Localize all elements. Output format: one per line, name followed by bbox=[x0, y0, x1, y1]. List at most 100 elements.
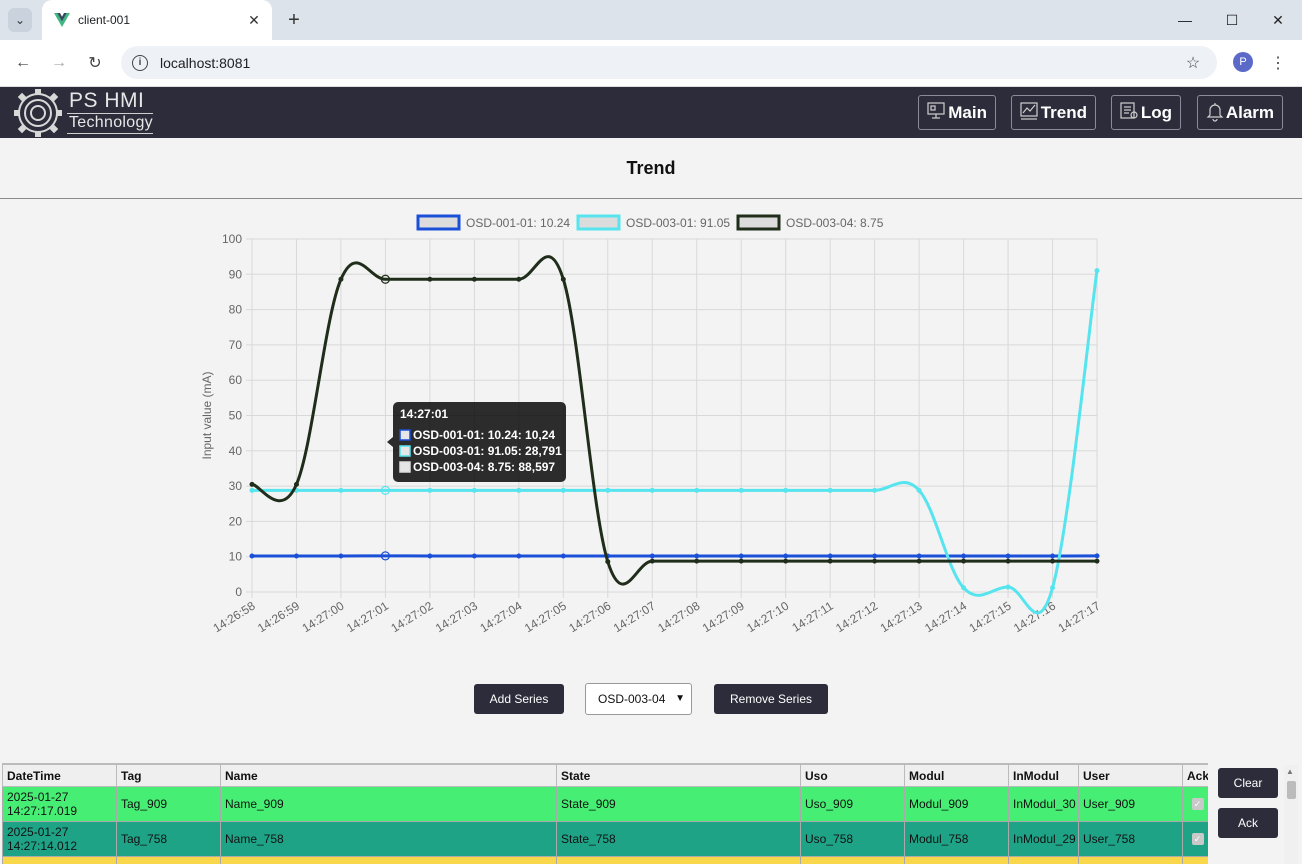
x-tick-label: 14:27:10 bbox=[744, 599, 791, 636]
x-tick-label: 14:27:15 bbox=[967, 599, 1014, 636]
browser-menu-icon[interactable]: ⋮ bbox=[1270, 50, 1286, 76]
cell-datetime: 2025-01-27 14:27:17.019 bbox=[2, 786, 117, 822]
y-axis-label: Input value (mA) bbox=[200, 371, 214, 459]
ack-button[interactable]: Ack bbox=[1218, 808, 1278, 838]
cell-modul bbox=[904, 856, 1009, 864]
nav-alarm-button[interactable]: Alarm bbox=[1197, 95, 1283, 130]
data-point bbox=[649, 487, 655, 493]
cell-user: User_909 bbox=[1078, 786, 1183, 822]
data-point bbox=[1005, 553, 1011, 559]
nav-log-label: Log bbox=[1140, 102, 1172, 122]
data-point bbox=[694, 558, 700, 564]
data-point bbox=[1005, 558, 1011, 564]
x-tick-label: 14:27:09 bbox=[700, 599, 747, 636]
col-state[interactable]: State bbox=[556, 764, 801, 787]
close-window-icon[interactable]: ✕ bbox=[1266, 8, 1290, 32]
x-tick-label: 14:27:01 bbox=[344, 599, 391, 636]
cell-date: 2025-01-27 bbox=[7, 825, 69, 839]
browser-tab[interactable]: client-001 ✕ bbox=[42, 0, 272, 40]
close-tab-icon[interactable]: ✕ bbox=[242, 8, 266, 32]
col-name[interactable]: Name bbox=[220, 764, 557, 787]
cell-inmodul: InModul_30 bbox=[1008, 786, 1079, 822]
col-inmodul[interactable]: InModul bbox=[1008, 764, 1079, 787]
cell-datetime: 2025-01-27 bbox=[2, 856, 117, 864]
maximize-icon[interactable]: ☐ bbox=[1220, 8, 1244, 32]
table-row[interactable]: 2025-01-27 14:27:14.012 Tag_758 Name_758 … bbox=[2, 821, 1208, 857]
legend-label: OSD-003-01: 91.05 bbox=[626, 216, 730, 230]
site-info-icon[interactable]: i bbox=[132, 54, 148, 71]
data-point bbox=[516, 553, 522, 559]
gear-logo-icon bbox=[14, 89, 62, 137]
url-text[interactable]: localhost:8081 bbox=[160, 55, 1181, 71]
data-point bbox=[1050, 558, 1056, 564]
y-tick-label: 30 bbox=[229, 479, 243, 493]
col-tag[interactable]: Tag bbox=[116, 764, 221, 787]
y-tick-label: 20 bbox=[229, 514, 243, 528]
monitor-icon bbox=[927, 102, 945, 119]
x-tick-label: 14:27:04 bbox=[477, 599, 524, 636]
cell-time: 14:27:14.012 bbox=[7, 839, 78, 853]
data-point bbox=[916, 487, 922, 493]
address-bar[interactable]: i localhost:8081 ☆ bbox=[121, 46, 1217, 79]
y-tick-label: 70 bbox=[229, 338, 243, 352]
data-point bbox=[1094, 558, 1100, 564]
nav-alarm-label: Alarm bbox=[1225, 102, 1274, 122]
nav-main-button[interactable]: Main bbox=[918, 95, 996, 130]
data-point bbox=[827, 487, 833, 493]
nav-log-button[interactable]: Log bbox=[1111, 95, 1181, 130]
table-row[interactable]: 2025-01-27 14:27:17.019 Tag_909 Name_909 … bbox=[2, 786, 1208, 822]
col-ack[interactable]: Ack bbox=[1182, 764, 1208, 787]
data-point bbox=[649, 553, 655, 559]
tooltip-line: OSD-003-04: 8.75: 88,597 bbox=[413, 460, 555, 474]
ack-checkbox[interactable]: ✓ bbox=[1191, 798, 1204, 810]
tooltip-swatch bbox=[399, 461, 411, 473]
nav-trend-button[interactable]: Trend bbox=[1011, 95, 1096, 130]
x-tick-label: 14:27:03 bbox=[433, 599, 480, 636]
x-tick-label: 14:27:14 bbox=[922, 599, 969, 636]
x-tick-label: 14:27:11 bbox=[789, 599, 836, 635]
clear-button[interactable]: Clear bbox=[1218, 768, 1278, 798]
cell-tag bbox=[116, 856, 221, 864]
col-user[interactable]: User bbox=[1078, 764, 1183, 787]
x-tick-label: 14:26:59 bbox=[255, 599, 302, 636]
new-tab-button[interactable]: + bbox=[282, 8, 306, 32]
cell-modul: Modul_758 bbox=[904, 821, 1009, 857]
scroll-up-icon[interactable]: ▲ bbox=[1286, 767, 1294, 776]
col-uso[interactable]: Uso bbox=[800, 764, 905, 787]
data-point bbox=[1050, 553, 1056, 559]
y-tick-label: 40 bbox=[229, 444, 243, 458]
trend-chart-svg[interactable]: 010203040506070809010014:26:5814:26:5914… bbox=[0, 199, 1302, 639]
forward-icon[interactable]: → bbox=[46, 50, 72, 76]
reload-icon[interactable]: ↻ bbox=[82, 50, 108, 76]
browser-tab-bar: ⌄ client-001 ✕ + — ☐ ✕ bbox=[0, 0, 1302, 40]
bell-icon bbox=[1206, 103, 1224, 122]
data-point bbox=[560, 553, 566, 559]
data-point bbox=[471, 487, 477, 493]
cell-ack bbox=[1182, 856, 1208, 864]
col-modul[interactable]: Modul bbox=[904, 764, 1009, 787]
back-icon[interactable]: ← bbox=[10, 50, 36, 76]
col-datetime[interactable]: DateTime bbox=[2, 764, 117, 787]
cell-name: Name_909 bbox=[220, 786, 557, 822]
remove-series-button[interactable]: Remove Series bbox=[714, 684, 828, 714]
brand-underline bbox=[67, 133, 153, 134]
data-point bbox=[783, 558, 789, 564]
tooltip-title: 14:27:01 bbox=[400, 407, 448, 421]
series-select[interactable]: OSD-003-04 ▼ bbox=[585, 683, 692, 715]
x-tick-label: 14:27:05 bbox=[522, 599, 569, 636]
table-row[interactable]: 2025-01-27 bbox=[2, 856, 1208, 864]
add-series-button[interactable]: Add Series bbox=[474, 684, 564, 714]
data-point bbox=[1094, 553, 1100, 559]
cell-user: User_758 bbox=[1078, 821, 1183, 857]
ack-checkbox[interactable]: ✓ bbox=[1191, 833, 1204, 845]
bookmark-star-icon[interactable]: ☆ bbox=[1181, 53, 1205, 73]
cell-datetime: 2025-01-27 14:27:14.012 bbox=[2, 821, 117, 857]
scrollbar-thumb[interactable] bbox=[1287, 781, 1296, 799]
trend-chart[interactable]: 0 10 20 30 40 50 60 70 80 90 100 14:26:58 14:26:59 14… bbox=[0, 199, 1302, 639]
tooltip-line: OSD-003-01: 91.05: 28,791 bbox=[413, 444, 562, 458]
legend-swatch bbox=[416, 214, 461, 231]
profile-avatar[interactable]: P bbox=[1233, 52, 1253, 72]
table-scrollbar[interactable]: ▲ bbox=[1284, 765, 1298, 864]
minimize-icon[interactable]: — bbox=[1173, 8, 1197, 32]
tab-search-button[interactable]: ⌄ bbox=[8, 8, 32, 32]
